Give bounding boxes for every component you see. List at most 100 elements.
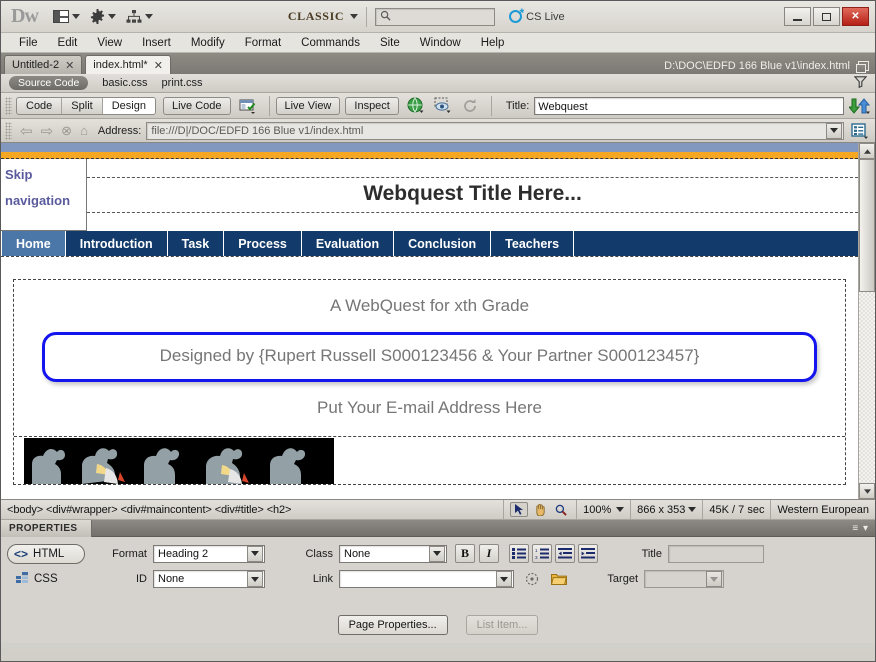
maximize-button[interactable] bbox=[813, 7, 840, 26]
related-file-source-code[interactable]: Source Code bbox=[9, 76, 89, 90]
nav-item-evaluation[interactable]: Evaluation bbox=[302, 231, 395, 256]
stop-icon[interactable]: ⊗ bbox=[57, 123, 76, 139]
menu-help[interactable]: Help bbox=[471, 35, 515, 51]
menu-window[interactable]: Window bbox=[410, 35, 471, 51]
chevron-down-icon[interactable] bbox=[706, 571, 722, 587]
document-tab-untitled2[interactable]: Untitled-2 ✕ bbox=[4, 55, 83, 74]
unordered-list-button[interactable] bbox=[509, 544, 529, 563]
indent-button[interactable] bbox=[578, 544, 598, 563]
design-view-button[interactable]: Design bbox=[102, 97, 155, 114]
chevron-down-icon[interactable] bbox=[496, 571, 512, 587]
chevron-down-icon[interactable] bbox=[429, 545, 445, 562]
address-input[interactable]: file:///D|/DOC/EDFD 166 Blue v1/index.ht… bbox=[146, 121, 844, 140]
title-input[interactable] bbox=[668, 544, 764, 563]
menu-modify[interactable]: Modify bbox=[181, 35, 235, 51]
canvas-vertical-scrollbar[interactable] bbox=[858, 143, 875, 499]
live-view-button[interactable]: Live View bbox=[275, 96, 341, 115]
workspace-chevron-down-icon[interactable] bbox=[350, 14, 359, 19]
back-icon[interactable]: ⇦ bbox=[16, 122, 37, 140]
browser-list-button[interactable] bbox=[848, 121, 872, 141]
close-button[interactable]: ✕ bbox=[842, 7, 869, 26]
close-icon[interactable]: ✕ bbox=[65, 59, 74, 72]
skip-navigation-link[interactable]: Skip navigation bbox=[1, 159, 87, 231]
menu-site[interactable]: Site bbox=[370, 35, 410, 51]
panel-options-icon[interactable]: ≡ ▾ bbox=[852, 523, 875, 534]
toolbar-gripper[interactable] bbox=[5, 96, 12, 115]
menu-insert[interactable]: Insert bbox=[132, 35, 181, 51]
refresh-button[interactable] bbox=[458, 96, 482, 116]
inspect-button[interactable]: Inspect bbox=[345, 96, 399, 115]
class-select[interactable]: None bbox=[339, 544, 447, 563]
page-subtitle[interactable]: A WebQuest for xth Grade bbox=[14, 294, 845, 332]
nav-item-conclusion[interactable]: Conclusion bbox=[394, 231, 492, 256]
target-select[interactable] bbox=[644, 570, 724, 588]
select-tool-icon[interactable] bbox=[510, 502, 529, 517]
live-code-button[interactable]: Live Code bbox=[162, 96, 231, 115]
italic-button[interactable]: I bbox=[479, 544, 499, 563]
nav-item-teachers[interactable]: Teachers bbox=[491, 231, 575, 256]
menu-format[interactable]: Format bbox=[235, 35, 291, 51]
menu-file[interactable]: File bbox=[9, 35, 48, 51]
format-select[interactable]: Heading 2 bbox=[153, 544, 265, 563]
close-icon[interactable]: ✕ bbox=[154, 59, 163, 72]
filter-related-files-icon[interactable] bbox=[853, 75, 868, 91]
link-input[interactable] bbox=[339, 570, 514, 588]
id-select[interactable]: None bbox=[153, 570, 265, 588]
selected-heading-designed-by[interactable]: Designed by {Rupert Russell S000123456 &… bbox=[42, 332, 817, 382]
page-properties-button[interactable]: Page Properties... bbox=[337, 615, 448, 635]
workspace-switcher[interactable]: CLASSIC bbox=[288, 9, 344, 24]
page-email-line[interactable]: Put Your E-mail Address Here bbox=[14, 392, 845, 436]
visual-aids-button[interactable] bbox=[431, 96, 455, 116]
layout-switcher-button[interactable] bbox=[48, 5, 85, 29]
code-view-button[interactable]: Code bbox=[17, 97, 63, 114]
site-management-button[interactable] bbox=[121, 5, 158, 29]
extend-dreamweaver-button[interactable] bbox=[85, 5, 121, 29]
design-view-canvas[interactable]: Skip navigation Webquest Title Here... H… bbox=[1, 143, 875, 500]
menu-view[interactable]: View bbox=[87, 35, 132, 51]
hand-tool-icon[interactable] bbox=[531, 503, 549, 516]
inspect-settings-button[interactable] bbox=[236, 96, 260, 116]
banner-image[interactable] bbox=[24, 438, 334, 484]
scrollbar-track[interactable] bbox=[859, 292, 875, 483]
file-management-button[interactable] bbox=[848, 96, 872, 116]
search-input[interactable] bbox=[375, 7, 496, 26]
cs-live-button[interactable]: CS Live bbox=[509, 6, 565, 23]
forward-icon[interactable]: ⇨ bbox=[37, 122, 58, 140]
tag-selector[interactable]: <body> <div#wrapper> <div#maincontent> <… bbox=[1, 504, 503, 516]
scroll-up-button[interactable] bbox=[859, 143, 875, 159]
scroll-down-button[interactable] bbox=[859, 483, 875, 499]
related-file-basic-css[interactable]: basic.css bbox=[102, 77, 147, 89]
preview-in-browser-button[interactable] bbox=[404, 96, 428, 116]
page-heading[interactable]: Webquest Title Here... bbox=[87, 177, 858, 213]
zoom-tool-icon[interactable] bbox=[552, 504, 570, 516]
nav-item-task[interactable]: Task bbox=[168, 231, 225, 256]
ordered-list-button[interactable]: 13 bbox=[532, 544, 552, 563]
chevron-down-icon[interactable] bbox=[247, 545, 263, 562]
minimize-button[interactable] bbox=[784, 7, 811, 26]
page-title-input[interactable]: Webquest bbox=[534, 96, 844, 115]
toolbar-gripper[interactable] bbox=[5, 121, 12, 140]
address-dropdown-icon[interactable] bbox=[826, 122, 842, 139]
nav-item-process[interactable]: Process bbox=[224, 231, 302, 256]
menu-edit[interactable]: Edit bbox=[48, 35, 88, 51]
outdent-button[interactable] bbox=[555, 544, 575, 563]
point-to-file-icon[interactable] bbox=[520, 569, 544, 589]
restore-window-icon[interactable] bbox=[856, 61, 869, 73]
chevron-down-icon[interactable] bbox=[247, 571, 263, 587]
document-tab-index-html[interactable]: index.html* ✕ bbox=[85, 55, 171, 74]
nav-item-home[interactable]: Home bbox=[1, 231, 66, 256]
properties-html-tab[interactable]: <> HTML bbox=[7, 544, 85, 564]
browse-for-file-icon[interactable] bbox=[547, 569, 571, 589]
properties-panel-tab[interactable]: PROPERTIES bbox=[1, 519, 93, 537]
properties-css-tab[interactable]: CSS bbox=[7, 569, 85, 588]
split-view-button[interactable]: Split bbox=[62, 97, 103, 114]
chevron-down-icon[interactable] bbox=[616, 507, 625, 512]
home-icon[interactable]: ⌂ bbox=[76, 123, 92, 138]
window-size[interactable]: 866 x 353 bbox=[630, 500, 702, 519]
menu-commands[interactable]: Commands bbox=[291, 35, 370, 51]
nav-item-introduction[interactable]: Introduction bbox=[66, 231, 168, 256]
bold-button[interactable]: B bbox=[455, 544, 475, 563]
related-file-print-css[interactable]: print.css bbox=[162, 77, 203, 89]
zoom-level[interactable]: 100% bbox=[576, 500, 630, 519]
chevron-down-icon[interactable] bbox=[688, 507, 697, 512]
